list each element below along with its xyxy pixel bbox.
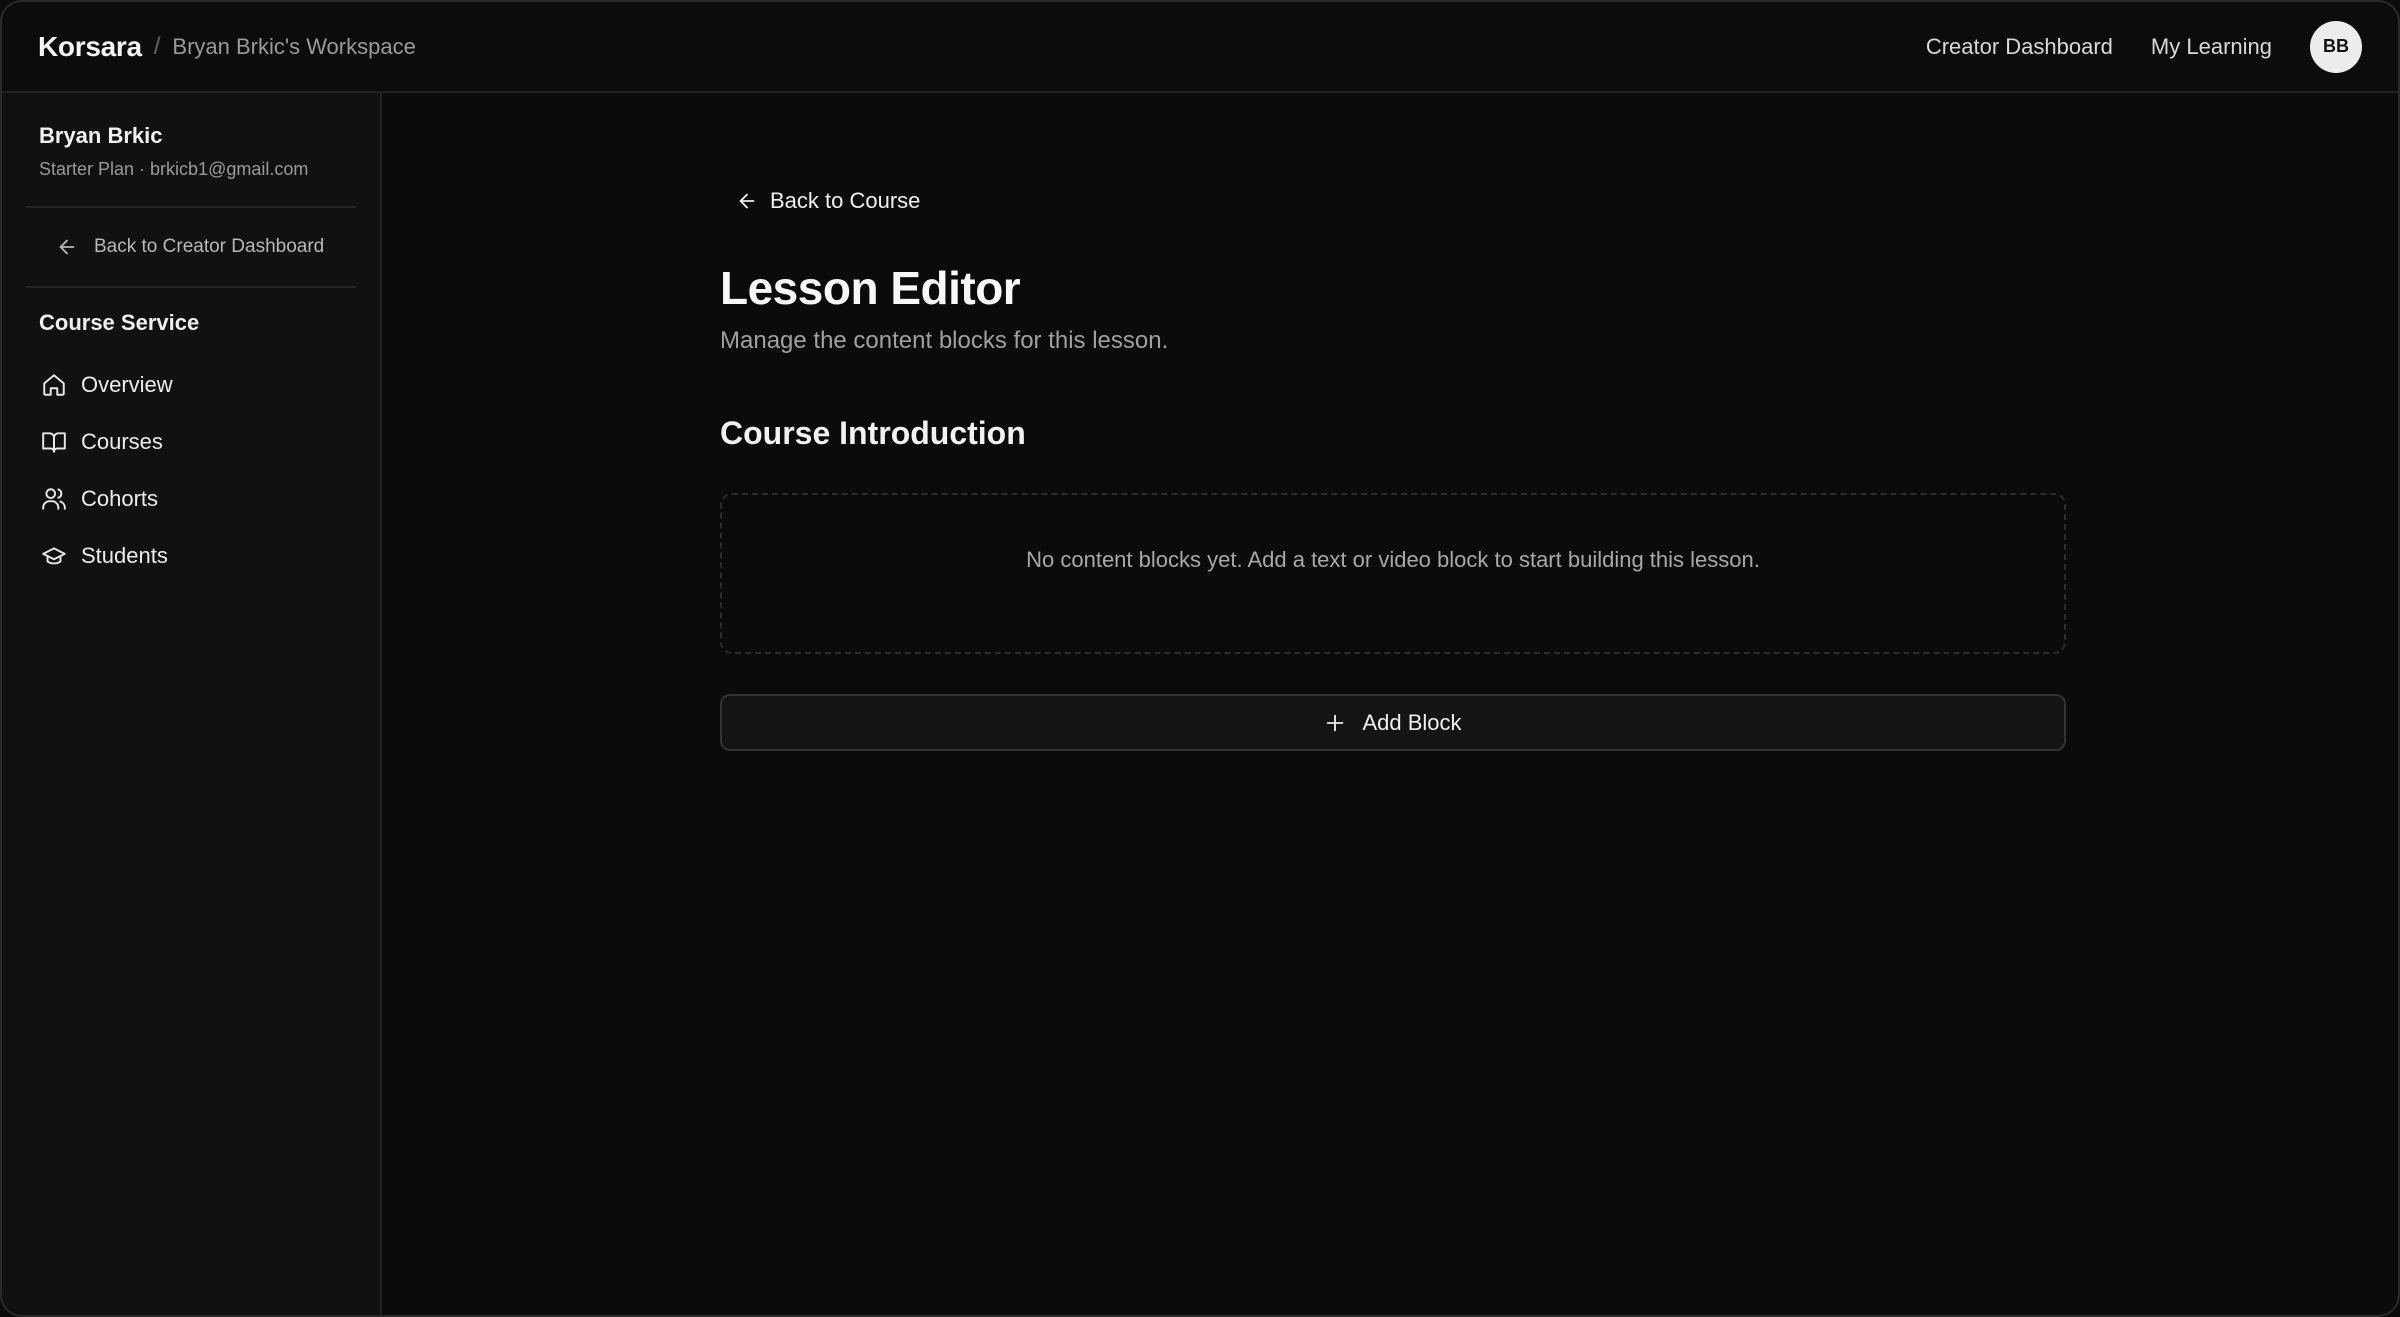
back-to-course-label: Back to Course [770, 188, 921, 213]
page-title: Lesson Editor [720, 262, 1021, 314]
arrow-left-icon [59, 239, 75, 255]
empty-blocks-message: No content blocks yet. Add a text or vid… [1026, 547, 1760, 572]
sidebar-user-name: Bryan Brkic [39, 123, 163, 148]
brand-logo[interactable]: Korsara [38, 31, 142, 63]
home-icon [43, 373, 65, 396]
back-to-creator-dashboard-label: Back to Creator Dashboard [94, 236, 325, 257]
sidebar: Bryan Brkic Starter Plan · brkicb1@gmail… [2, 93, 382, 1315]
sidebar-item-overview[interactable]: Overview [26, 356, 356, 413]
sidebar-item-courses[interactable]: Courses [26, 413, 356, 470]
users-icon [42, 487, 66, 510]
creator-dashboard-link[interactable]: Creator Dashboard [1926, 34, 2113, 60]
my-learning-link[interactable]: My Learning [2151, 34, 2272, 60]
sidebar-item-cohorts[interactable]: Cohorts [26, 470, 356, 527]
add-block-label: Add Block [1362, 709, 1462, 735]
sidebar-item-label: Cohorts [81, 485, 159, 511]
book-icon [42, 431, 66, 453]
sidebar-section-title: Course Service [39, 310, 200, 335]
sidebar-item-label: Students [81, 542, 168, 568]
page-subtitle: Manage the content blocks for this lesso… [720, 327, 1169, 354]
back-to-creator-dashboard-button[interactable]: Back to Creator Dashboard [26, 208, 356, 286]
add-block-button[interactable]: Add Block [720, 694, 2066, 751]
arrow-left-icon [739, 193, 755, 209]
breadcrumb-separator: / [153, 32, 161, 60]
top-nav: Creator Dashboard My Learning BB [1926, 20, 2362, 73]
graduation-cap-icon [42, 546, 66, 564]
app-window: Korsara / Bryan Brkic's Workspace Creato… [0, 0, 2400, 1317]
back-to-course-button[interactable]: Back to Course [720, 181, 920, 221]
sidebar-item-label: Courses [81, 428, 163, 454]
main-content: Back to Course Lesson Editor Manage the … [382, 93, 2398, 1315]
sidebar-item-label: Overview [81, 371, 173, 397]
sidebar-divider [26, 286, 356, 288]
lesson-title: Course Introduction [720, 415, 1026, 451]
top-bar: Korsara / Bryan Brkic's Workspace Creato… [2, 2, 2398, 93]
sidebar-user-meta: Starter Plan · brkicb1@gmail.com [39, 159, 309, 179]
workspace-name[interactable]: Bryan Brkic's Workspace [172, 34, 415, 60]
empty-blocks-placeholder: No content blocks yet. Add a text or vid… [720, 493, 2066, 654]
plus-icon [1327, 714, 1344, 731]
sidebar-item-students[interactable]: Students [26, 527, 356, 584]
avatar[interactable]: BB [2310, 20, 2362, 73]
